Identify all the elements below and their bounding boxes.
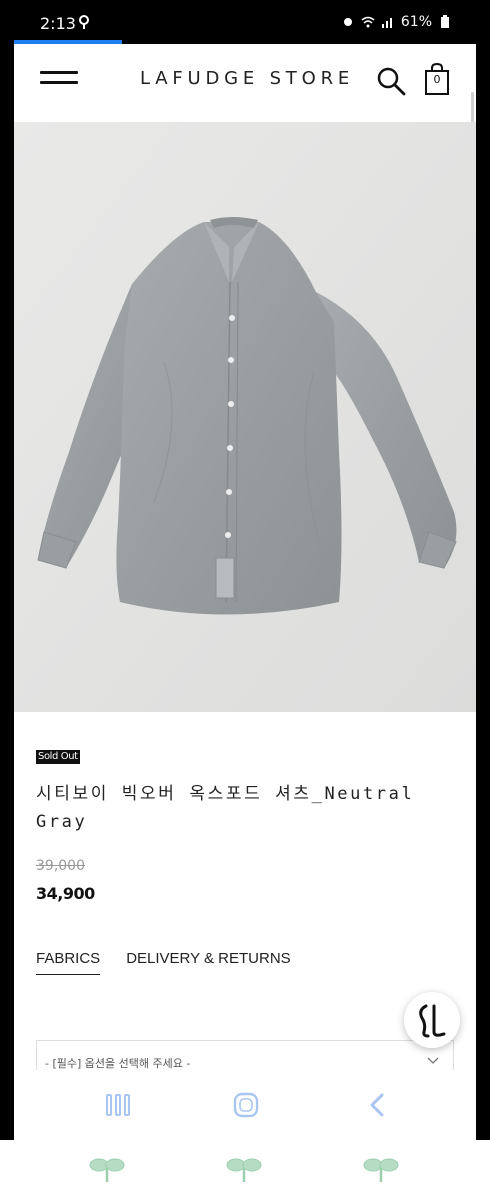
battery-level: 61%	[400, 14, 432, 30]
cart-count: 0	[433, 73, 441, 86]
notification-icon	[343, 18, 352, 26]
original-price: 39,000	[36, 858, 85, 874]
sold-out-badge: Sold Out	[36, 750, 80, 764]
location-icon	[79, 15, 89, 29]
info-tabs: FABRICS DELIVERY & RETURNS	[36, 950, 291, 975]
product-image[interactable]	[14, 122, 476, 712]
shopping-bag-icon[interactable]: 0	[424, 62, 450, 96]
brand-chat-icon	[419, 1004, 446, 1038]
bottom-decoration	[0, 1140, 490, 1200]
shirt-illustration	[14, 122, 476, 712]
status-bar: 2:13 61%	[0, 0, 490, 44]
sprout-icon	[363, 1158, 399, 1182]
web-page: LAFUDGE STORE 0 Sold Out 시티보이 빅오버 옥스포드 셔…	[14, 44, 476, 1070]
recent-apps-icon[interactable]	[104, 1092, 132, 1118]
battery-icon	[441, 15, 449, 28]
status-icons: 61%	[341, 14, 452, 30]
product-title: 시티보이 빅오버 옥스포드 셔츠_Neutral Gray	[36, 780, 446, 836]
option-select[interactable]: - [필수] 옵션을 선택해 주세요 -	[36, 1040, 454, 1070]
chat-button[interactable]	[404, 992, 460, 1048]
status-time: 2:13	[40, 14, 76, 33]
tab-delivery-returns[interactable]: DELIVERY & RETURNS	[126, 950, 291, 975]
product-title-line2: Gray	[36, 812, 88, 832]
product-title-line1: 시티보이 빅오버 옥스포드 셔츠_Neutral	[36, 784, 415, 804]
signal-icon	[381, 18, 392, 28]
hamburger-icon[interactable]	[40, 70, 78, 90]
store-header: LAFUDGE STORE 0	[14, 44, 476, 120]
store-logo-title[interactable]: LAFUDGE STORE	[140, 68, 354, 89]
tab-fabrics[interactable]: FABRICS	[36, 950, 101, 975]
option-placeholder: - [필수] 옵션을 선택해 주세요 -	[45, 1057, 191, 1070]
search-icon[interactable]	[376, 66, 406, 96]
wifi-icon	[361, 16, 375, 28]
sprout-icon	[89, 1158, 125, 1182]
chevron-down-icon	[427, 1057, 439, 1064]
back-icon[interactable]	[364, 1092, 392, 1118]
sale-price: 34,900	[36, 884, 95, 903]
home-icon[interactable]	[232, 1092, 260, 1118]
system-nav-bar	[14, 1070, 476, 1140]
sprout-icon	[226, 1158, 262, 1182]
